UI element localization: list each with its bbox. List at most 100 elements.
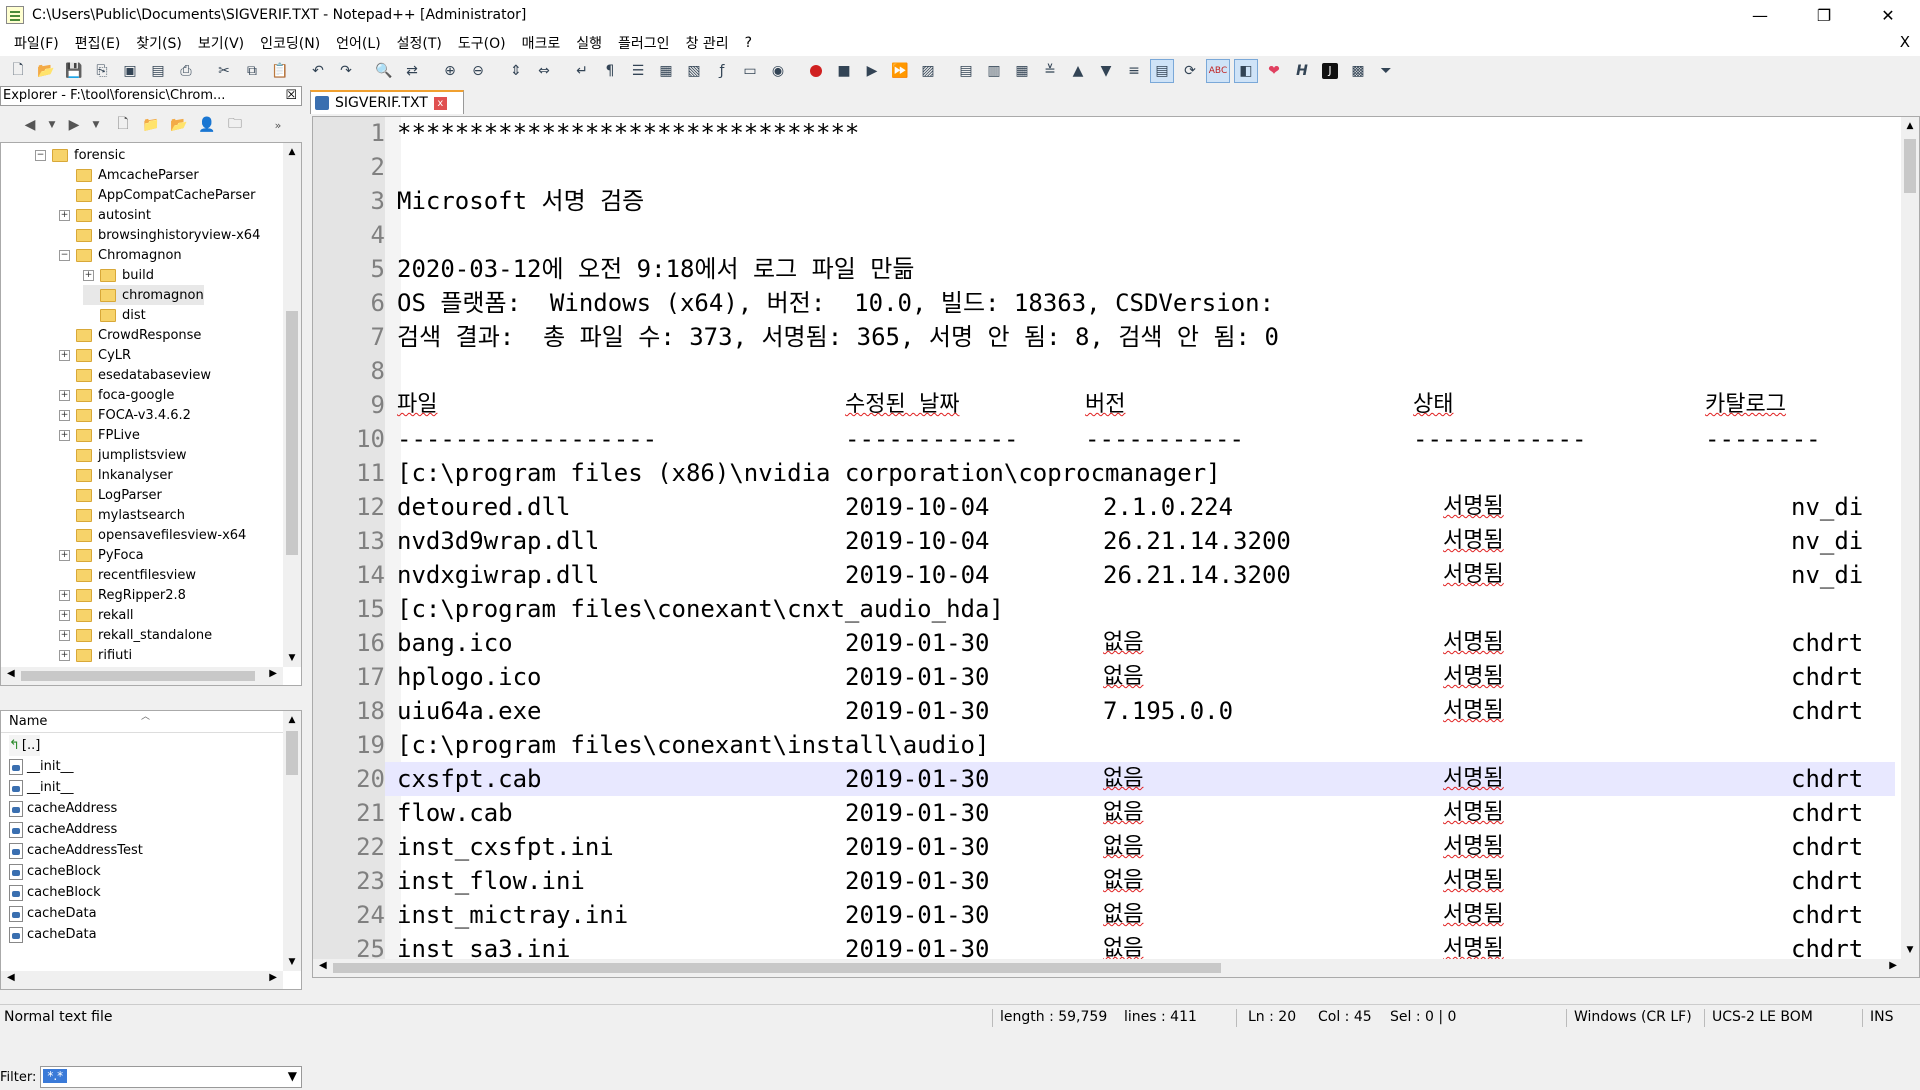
close-button[interactable]: ✕ bbox=[1856, 0, 1920, 30]
file-list-item[interactable]: cacheAddress bbox=[9, 819, 117, 840]
file-list-item[interactable]: __init__ bbox=[9, 777, 74, 798]
forward-dropdown-icon[interactable]: ▼ bbox=[91, 114, 101, 136]
tree-item[interactable]: + FPLive bbox=[59, 425, 140, 445]
tab-close-icon[interactable]: x bbox=[433, 96, 447, 110]
editor-hscroll-thumb[interactable] bbox=[333, 963, 1221, 973]
scroll-left-icon[interactable]: ◀ bbox=[319, 960, 327, 971]
redo-icon[interactable]: ↷ bbox=[334, 59, 358, 83]
filter-dropdown-icon[interactable]: ▼ bbox=[288, 1069, 297, 1083]
file-list-item[interactable]: cacheData bbox=[9, 903, 97, 924]
up-arrow-icon[interactable]: ▲ bbox=[1066, 59, 1090, 83]
heart-icon[interactable]: ❤ bbox=[1262, 59, 1286, 83]
editor-horizontal-scrollbar[interactable]: ◀ ▶ bbox=[313, 959, 1903, 977]
menu-macro[interactable]: 매크로 bbox=[514, 33, 569, 53]
back-dropdown-icon[interactable]: ▼ bbox=[47, 114, 57, 136]
expander-icon[interactable]: + bbox=[59, 409, 70, 421]
minimize-button[interactable]: — bbox=[1728, 0, 1792, 30]
plugin-icon-6[interactable]: ◧ bbox=[1234, 59, 1258, 83]
status-insert-mode[interactable]: INS bbox=[1870, 1009, 1894, 1025]
file-list-item[interactable]: cacheData bbox=[9, 924, 97, 945]
close-document-button[interactable]: X bbox=[1900, 33, 1910, 51]
monitoring-icon[interactable]: ◉ bbox=[766, 59, 790, 83]
expander-icon[interactable]: − bbox=[35, 149, 46, 161]
paste-icon[interactable]: 📋 bbox=[268, 59, 292, 83]
open-file-icon[interactable]: 📂 bbox=[34, 59, 58, 83]
tree-item[interactable]: + build bbox=[83, 265, 154, 285]
scroll-up-icon[interactable]: ▲ bbox=[1901, 121, 1919, 131]
folder-workspace-icon[interactable]: ▭ bbox=[738, 59, 762, 83]
file-list-item[interactable]: cacheBlock bbox=[9, 882, 101, 903]
panel-overflow-icon[interactable]: » bbox=[267, 114, 289, 136]
menu-settings[interactable]: 설정(T) bbox=[389, 33, 450, 53]
explorer-toggle-icon[interactable]: ▤ bbox=[1150, 59, 1174, 83]
plugin-icon-5[interactable]: ≡ bbox=[1122, 59, 1146, 83]
file-list-item[interactable]: cacheAddressTest bbox=[9, 840, 143, 861]
back-icon[interactable]: ◀ bbox=[19, 114, 41, 136]
replace-icon[interactable]: ⇄ bbox=[400, 59, 424, 83]
file-list-vertical-scrollbar[interactable]: ▲ ▼ bbox=[283, 711, 301, 971]
new-folder-icon[interactable]: 📁 bbox=[140, 114, 162, 136]
menu-tools[interactable]: 도구(O) bbox=[450, 33, 514, 53]
tree-item[interactable]: + FOCA-v3.4.6.2 bbox=[59, 405, 191, 425]
tree-item[interactable]: + rifiuti bbox=[59, 645, 132, 665]
scroll-right-icon[interactable]: ▶ bbox=[1889, 960, 1897, 971]
scroll-up-icon[interactable]: ▲ bbox=[283, 715, 301, 725]
status-eol[interactable]: Windows (CR LF) bbox=[1574, 1009, 1692, 1025]
tree-item[interactable]: + foca-google bbox=[59, 385, 174, 405]
scroll-up-icon[interactable]: ▲ bbox=[283, 147, 301, 157]
filter-value[interactable]: *.* bbox=[43, 1069, 68, 1083]
doc-map-icon[interactable]: ▧ bbox=[682, 59, 706, 83]
tree-item[interactable]: esedatabaseview bbox=[59, 365, 211, 385]
file-list-horizontal-scrollbar[interactable]: ◀ ▶ bbox=[1, 971, 283, 989]
status-encoding[interactable]: UCS-2 LE BOM bbox=[1712, 1009, 1813, 1025]
tree-hscroll-thumb[interactable] bbox=[21, 671, 255, 681]
file-scroll-thumb[interactable] bbox=[286, 731, 298, 775]
run-macro-multiple-icon[interactable]: ⏩ bbox=[888, 59, 912, 83]
tree-item[interactable]: browsinghistoryview-x64 bbox=[59, 225, 260, 245]
tree-item[interactable]: + CyLR bbox=[59, 345, 131, 365]
undo-icon[interactable]: ↶ bbox=[306, 59, 330, 83]
scroll-right-icon[interactable]: ▶ bbox=[269, 668, 277, 679]
menu-view[interactable]: 보기(V) bbox=[190, 33, 252, 53]
editor-vertical-scrollbar[interactable]: ▲ ▼ bbox=[1901, 117, 1919, 977]
plugin-icon-4[interactable]: ≚ bbox=[1038, 59, 1062, 83]
save-all-icon[interactable]: ⎘ bbox=[90, 59, 114, 83]
record-macro-icon[interactable] bbox=[804, 59, 828, 83]
udl-icon[interactable]: ▦ bbox=[654, 59, 678, 83]
tree-item[interactable]: + rekall bbox=[59, 605, 134, 625]
tree-item[interactable]: dist bbox=[83, 305, 146, 325]
expander-icon[interactable]: + bbox=[59, 589, 70, 601]
tree-item[interactable]: mylastsearch bbox=[59, 505, 185, 525]
tree-item[interactable]: − forensic bbox=[35, 145, 125, 165]
show-all-chars-icon[interactable]: ¶ bbox=[598, 59, 622, 83]
editor-scroll-thumb[interactable] bbox=[1904, 139, 1916, 193]
tree-vertical-scrollbar[interactable]: ▲ ▼ bbox=[283, 143, 301, 667]
save-macro-icon[interactable]: ▨ bbox=[916, 59, 940, 83]
tree-item[interactable]: CrowdResponse bbox=[59, 325, 201, 345]
expander-icon[interactable]: − bbox=[59, 249, 70, 261]
menu-edit[interactable]: 편집(E) bbox=[67, 33, 129, 53]
find-icon[interactable]: 🔍 bbox=[372, 59, 396, 83]
user-folder-icon[interactable]: 👤 bbox=[196, 114, 218, 136]
tree-item[interactable]: LogParser bbox=[59, 485, 162, 505]
maximize-button[interactable]: ❐ bbox=[1792, 0, 1856, 30]
notepadpp-app-icon[interactable] bbox=[6, 6, 24, 24]
tree-item[interactable]: lnkanalyser bbox=[59, 465, 173, 485]
expander-icon[interactable]: + bbox=[59, 629, 70, 641]
filter-combobox[interactable]: *.* ▼ bbox=[40, 1066, 302, 1088]
new-file-icon[interactable]: 🗋 bbox=[6, 59, 30, 83]
file-list-item[interactable]: __init__ bbox=[9, 756, 74, 777]
plugin-icon-7[interactable]: ▩ bbox=[1346, 59, 1370, 83]
spellcheck-icon[interactable]: ABC bbox=[1206, 59, 1230, 83]
plugin-icon-2[interactable]: ▥ bbox=[982, 59, 1006, 83]
stop-macro-icon[interactable]: ■ bbox=[832, 59, 856, 83]
close-all-icon[interactable]: ▤ bbox=[146, 59, 170, 83]
plugin-icon-3[interactable]: ▦ bbox=[1010, 59, 1034, 83]
scroll-down-icon[interactable]: ▼ bbox=[283, 957, 301, 967]
expander-icon[interactable]: + bbox=[59, 549, 70, 561]
tree-scroll-thumb[interactable] bbox=[286, 311, 298, 555]
tree-item[interactable]: opensavefilesview-x64 bbox=[59, 525, 246, 545]
zoom-in-icon[interactable]: ⊕ bbox=[438, 59, 462, 83]
expander-icon[interactable]: + bbox=[59, 429, 70, 441]
menu-help[interactable]: ? bbox=[737, 35, 760, 51]
